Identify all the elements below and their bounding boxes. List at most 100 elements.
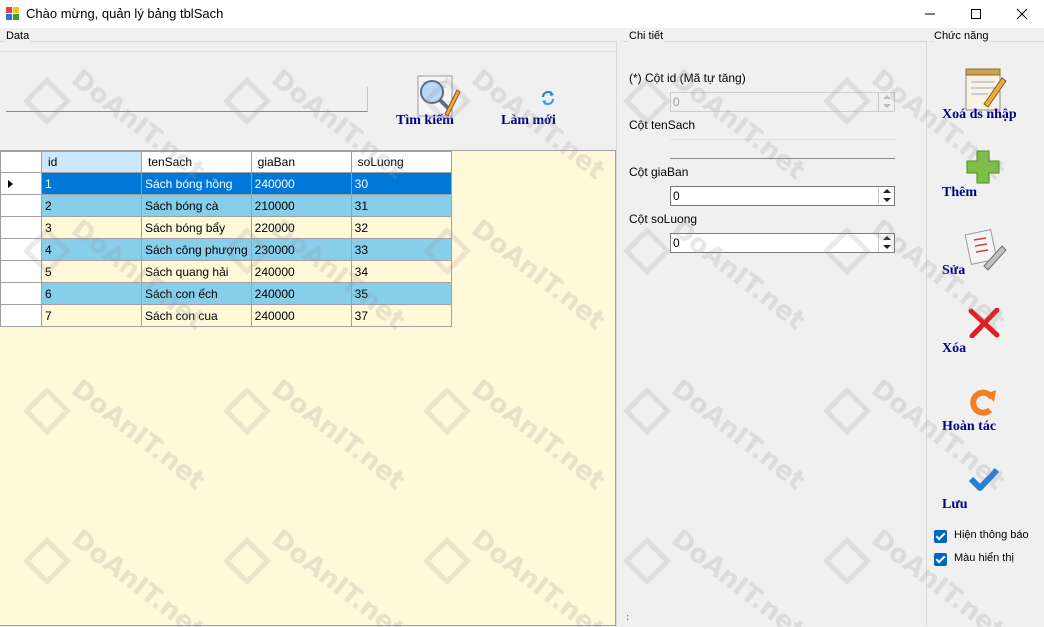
display-color-label: Màu hiển thị xyxy=(954,552,1014,564)
table-cell[interactable]: 2 xyxy=(41,194,142,217)
grid-corner-header[interactable] xyxy=(0,151,42,173)
table-cell[interactable]: 1 xyxy=(41,172,142,195)
giaban-stepper[interactable]: 0 xyxy=(670,186,895,206)
table-cell[interactable]: 3 xyxy=(41,216,142,239)
data-grid-table: id tenSach giaBan soLuong 1 Sách bóng hồn… xyxy=(0,151,452,327)
row-header[interactable] xyxy=(0,172,42,195)
table-row[interactable]: 7 Sách con cua 240000 37 xyxy=(0,304,452,327)
refresh-icon xyxy=(541,90,555,106)
table-row[interactable]: 1 Sách bóng hồng 240000 30 xyxy=(0,172,452,195)
down-arrow-icon[interactable] xyxy=(883,198,891,202)
watermark-logo xyxy=(622,226,672,276)
maximize-icon xyxy=(971,9,981,19)
row-header[interactable] xyxy=(0,238,42,261)
up-arrow-icon[interactable] xyxy=(883,236,891,240)
window-title: Chào mừng, quản lý bảng tblSach xyxy=(26,6,224,21)
search-button-label: Tìm kiếm xyxy=(396,113,454,128)
table-row[interactable]: 5 Sách quang hải 240000 34 xyxy=(0,260,452,283)
watermark-logo xyxy=(622,536,672,586)
table-cell[interactable]: Sách bóng cà xyxy=(141,194,252,217)
grid-column-header[interactable]: tenSach xyxy=(141,151,252,173)
table-row[interactable]: 4 Sách công phượng 230000 33 xyxy=(0,238,452,261)
soluong-stepper[interactable]: 0 xyxy=(670,233,895,253)
table-cell[interactable]: 7 xyxy=(41,304,142,327)
table-cell[interactable]: 34 xyxy=(350,260,452,283)
tensach-input[interactable] xyxy=(670,139,895,159)
watermark-logo xyxy=(622,386,672,436)
table-cell[interactable]: 220000 xyxy=(250,216,352,239)
table-cell[interactable]: 240000 xyxy=(250,172,352,195)
add-button[interactable]: Thêm xyxy=(928,146,1044,202)
table-cell[interactable]: Sách con cua xyxy=(141,304,252,327)
delete-button[interactable]: Xóa xyxy=(928,302,1044,358)
table-cell[interactable]: 240000 xyxy=(250,260,352,283)
watermark-logo xyxy=(822,386,872,436)
table-cell[interactable]: Sách con ếch xyxy=(141,282,252,305)
table-cell[interactable]: 32 xyxy=(350,216,452,239)
table-cell[interactable]: 30 xyxy=(350,172,452,195)
giaban-stepper-spin[interactable] xyxy=(878,187,894,205)
table-cell[interactable]: Sách công phượng xyxy=(141,238,252,261)
table-cell[interactable]: 5 xyxy=(41,260,142,283)
up-arrow-icon[interactable] xyxy=(883,189,891,193)
grid-column-header[interactable]: giaBan xyxy=(250,151,352,173)
delete-button-label: Xóa xyxy=(942,341,967,356)
x-icon xyxy=(968,308,1000,338)
edit-button[interactable]: Sửa xyxy=(928,224,1044,280)
row-header[interactable] xyxy=(0,194,42,217)
table-cell[interactable]: 240000 xyxy=(250,282,352,305)
row-header[interactable] xyxy=(0,304,42,327)
undo-button-label: Hoàn tác xyxy=(942,419,997,434)
table-row[interactable]: 3 Sách bóng bẩy 220000 32 xyxy=(0,216,452,239)
checkbox-checked-icon[interactable] xyxy=(934,553,947,566)
grid-column-header[interactable]: soLuong xyxy=(350,151,452,173)
title-bar: Chào mừng, quản lý bảng tblSach xyxy=(0,0,1044,28)
tensach-field-label: Cột tenSach xyxy=(629,118,696,132)
table-cell[interactable]: 210000 xyxy=(250,194,352,217)
row-header[interactable] xyxy=(0,282,42,305)
detail-group-label: Chi tiết xyxy=(628,30,665,42)
down-arrow-icon[interactable] xyxy=(883,245,891,249)
table-cell[interactable]: 31 xyxy=(350,194,452,217)
table-cell[interactable]: 6 xyxy=(41,282,142,305)
table-cell[interactable]: 4 xyxy=(41,238,142,261)
data-grid[interactable]: id tenSach giaBan soLuong 1 Sách bóng hồn… xyxy=(0,150,616,626)
table-cell[interactable]: 240000 xyxy=(250,304,352,327)
close-icon xyxy=(1016,8,1028,20)
app-icon xyxy=(6,7,20,21)
minimize-icon xyxy=(925,13,935,15)
close-button[interactable] xyxy=(999,0,1044,28)
table-cell[interactable]: Sách bóng hồng xyxy=(141,172,252,195)
table-row[interactable]: 6 Sách con ếch 240000 35 xyxy=(0,282,452,305)
maximize-button[interactable] xyxy=(953,0,999,28)
checkbox-checked-icon[interactable] xyxy=(934,530,947,543)
checkmark-icon xyxy=(968,467,1000,491)
table-cell[interactable]: 33 xyxy=(350,238,452,261)
data-group-label: Data xyxy=(5,30,31,42)
clear-input-button[interactable]: Xoá ds nhập xyxy=(928,64,1044,126)
table-cell[interactable]: 37 xyxy=(350,304,452,327)
grid-column-header[interactable]: id xyxy=(41,151,142,173)
table-cell[interactable]: Sách bóng bẩy xyxy=(141,216,252,239)
watermark-logo xyxy=(822,536,872,586)
row-header[interactable] xyxy=(0,216,42,239)
watermark-text: DoAnIT.net xyxy=(665,523,811,627)
refresh-button[interactable]: Làm mới xyxy=(495,84,565,132)
refresh-button-label: Làm mới xyxy=(501,113,556,128)
row-header[interactable] xyxy=(0,260,42,283)
search-input[interactable] xyxy=(6,87,368,112)
soluong-stepper-spin[interactable] xyxy=(878,234,894,252)
table-cell[interactable]: 230000 xyxy=(250,238,352,261)
table-cell[interactable]: Sách quang hải xyxy=(141,260,252,283)
table-row[interactable]: 2 Sách bóng cà 210000 31 xyxy=(0,194,452,217)
undo-button[interactable]: Hoàn tác xyxy=(928,380,1044,436)
minimize-button[interactable] xyxy=(907,0,953,28)
soluong-field-label: Cột soLuong xyxy=(629,212,698,226)
table-cell[interactable]: 35 xyxy=(350,282,452,305)
clear-input-label: Xoá ds nhập xyxy=(942,107,1017,122)
id-stepper: 0 xyxy=(670,92,895,112)
search-button[interactable]: Tìm kiếm xyxy=(385,72,461,132)
save-button[interactable]: Lưu xyxy=(928,458,1044,514)
id-field-label: (*) Cột id (Mã tự tăng) xyxy=(629,71,746,85)
giaban-stepper-value: 0 xyxy=(673,189,680,203)
